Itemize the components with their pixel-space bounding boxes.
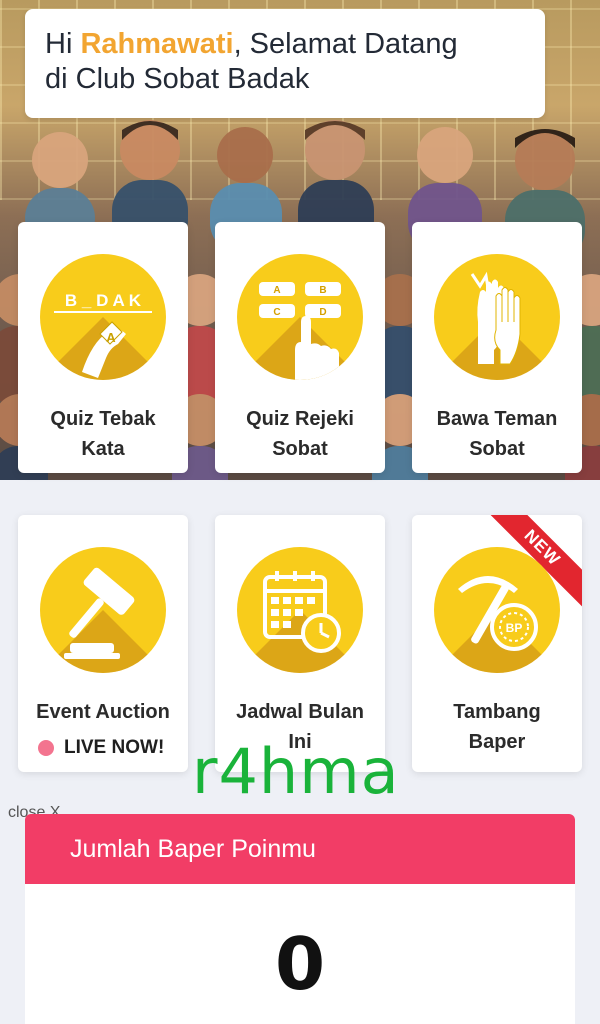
greeting-prefix: Hi [45, 28, 81, 60]
menu-label-line-2: Kata [81, 438, 125, 460]
letter-hand-icon: B _ D A K A [40, 254, 166, 380]
menu-quiz-rejeki-sobat[interactable]: A B C D Quiz Rejeki Sobat [215, 222, 385, 473]
menu-label-line-2: Sobat [272, 438, 328, 460]
svg-text:A: A [106, 330, 116, 345]
greeting-line-2: di Club Sobat Badak [45, 63, 310, 95]
menu-label: Bawa Teman [436, 408, 558, 430]
menu-label: Tambang [453, 701, 541, 723]
live-dot [38, 740, 54, 756]
option-b: B [319, 285, 326, 296]
option-c: C [273, 307, 280, 318]
menu-label-line-2: Sobat [469, 438, 525, 460]
points-panel: Jumlah Baper Poinmu 0 [25, 814, 575, 1024]
menu-bawa-teman-sobat[interactable]: Bawa Teman Sobat [412, 222, 582, 473]
calendar-clock-icon [237, 547, 363, 673]
option-a: A [273, 285, 280, 296]
coin-label: BP [506, 621, 523, 635]
options-hand-icon: A B C D [237, 254, 363, 380]
option-d: D [319, 307, 326, 318]
menu-quiz-tebak-kata[interactable]: B _ D A K A Quiz Tebak Kata [18, 222, 188, 473]
menu-event-auction[interactable]: Event Auction LIVE NOW! [18, 515, 188, 772]
menu-label: Quiz Tebak [50, 408, 156, 430]
greeting-welcome: , Selamat Datang [233, 28, 458, 60]
gavel-icon [40, 547, 166, 673]
points-value: 0 [274, 922, 326, 1006]
pickaxe-coin-icon: BP [434, 547, 560, 673]
menu-label: Jadwal Bulan [236, 701, 364, 723]
live-text: LIVE NOW! [64, 737, 165, 758]
menu-tambang-baper[interactable]: NEW BP Tambang Baper [412, 515, 582, 772]
watermark-text: r4hma [192, 735, 400, 808]
menu-jadwal-bulan-ini[interactable]: Jadwal Bulan Ini [215, 515, 385, 772]
live-status: LIVE NOW! [38, 733, 164, 763]
points-title: Jumlah Baper Poinmu [25, 814, 575, 884]
menu-label: Event Auction [36, 701, 170, 723]
quiz-letters: B _ D A K [65, 291, 142, 310]
user-name: Rahmawati [80, 28, 234, 60]
greeting-card: Hi Rahmawati, Selamat Datang di Club Sob… [25, 9, 545, 118]
greeting-line-1: Hi Rahmawati, Selamat Datang [45, 27, 525, 62]
menu-label-line-2: Baper [468, 731, 526, 753]
high-five-icon [434, 254, 560, 380]
menu-label: Quiz Rejeki [246, 408, 354, 430]
